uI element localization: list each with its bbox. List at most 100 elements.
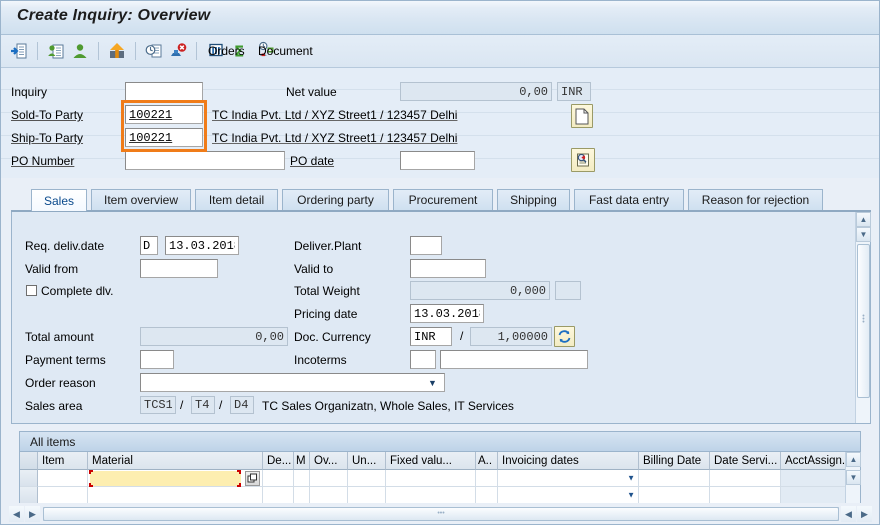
hscroll-right-icon[interactable]: ▶ — [25, 506, 40, 522]
cell-m[interactable] — [294, 487, 310, 503]
cell-material[interactable] — [88, 487, 263, 503]
cell-acct-assign-group[interactable]: ▼ — [781, 470, 847, 487]
tab-item-detail[interactable]: Item detail — [195, 189, 278, 210]
po-number-input[interactable] — [125, 151, 285, 170]
blank-document-icon[interactable] — [571, 104, 593, 128]
items-grid-scrollbar[interactable]: ▲ ▼ — [845, 452, 861, 503]
grid-col-material[interactable]: Material — [88, 452, 263, 470]
chevron-down-icon[interactable]: ▼ — [428, 378, 437, 388]
grid-col-m[interactable]: M — [294, 452, 310, 470]
cell-un[interactable] — [348, 470, 386, 487]
cell-date-service[interactable] — [710, 487, 781, 503]
grid-col-un[interactable]: Un... — [348, 452, 386, 470]
cell-item[interactable] — [38, 487, 88, 503]
doc-currency-input[interactable] — [410, 327, 452, 346]
row-selector[interactable] — [20, 470, 38, 487]
item-availability-icon[interactable] — [142, 39, 166, 63]
grid-col-a[interactable]: A.. — [476, 452, 498, 470]
po-number-label[interactable]: PO Number — [11, 154, 74, 168]
scroll-up-icon[interactable]: ▲ — [856, 212, 871, 227]
cell-acct-assign-group[interactable]: ▼ — [781, 487, 847, 503]
cell-ov[interactable] — [310, 470, 348, 487]
incoterms-code-input[interactable] — [410, 350, 436, 369]
pricing-date-input[interactable] — [410, 304, 484, 323]
cell-billing-date[interactable] — [639, 470, 710, 487]
cell-invoicing-dates[interactable]: ▼ — [498, 487, 639, 503]
material-input-focused[interactable] — [90, 471, 241, 486]
chevron-down-icon[interactable]: ▼ — [627, 474, 635, 483]
valid-from-input[interactable] — [140, 259, 218, 278]
grid-col-de[interactable]: De... — [263, 452, 294, 470]
tab-procurement[interactable]: Procurement — [393, 189, 493, 210]
hscroll-thumb[interactable]: ••• — [43, 507, 839, 521]
order-reason-input[interactable] — [140, 373, 445, 392]
valid-to-input[interactable] — [410, 259, 486, 278]
ship-to-party-icon[interactable] — [68, 39, 92, 63]
cell-fixed-value[interactable] — [386, 487, 476, 503]
sold-to-party-icon[interactable] — [44, 39, 68, 63]
po-date-label[interactable]: PO date — [290, 154, 334, 168]
tab-shipping[interactable]: Shipping — [497, 189, 570, 210]
hscroll-track[interactable]: ••• — [43, 507, 839, 521]
cell-fixed-value[interactable] — [386, 470, 476, 487]
ship-to-party-address[interactable]: TC India Pvt. Ltd / XYZ Street1 / 123457… — [212, 131, 457, 145]
req-deliv-date-input[interactable] — [165, 236, 239, 255]
scroll-thumb[interactable]: • • • — [857, 244, 870, 398]
orders-button[interactable]: Orders — [203, 39, 245, 63]
cell-m[interactable] — [294, 470, 310, 487]
cell-un[interactable] — [348, 487, 386, 503]
cell-material[interactable] — [88, 470, 263, 487]
orders-overview-icon[interactable] — [105, 39, 129, 63]
grid-col-billing-date[interactable]: Billing Date — [639, 452, 710, 470]
cell-item[interactable] — [38, 470, 88, 487]
grid-col-ov[interactable]: Ov... — [310, 452, 348, 470]
tab-fast-data-entry[interactable]: Fast data entry — [574, 189, 684, 210]
grid-col-invoicing-dates[interactable]: Invoicing dates — [498, 452, 639, 470]
cell-a[interactable] — [476, 487, 498, 503]
sales-panel-scrollbar[interactable]: ▲ ▼ • • • — [855, 212, 871, 423]
tab-ordering-party[interactable]: Ordering party — [282, 189, 389, 210]
deliver-plant-input[interactable] — [410, 236, 442, 255]
grid-col-fixed-value[interactable]: Fixed valu... — [386, 452, 476, 470]
cell-date-service[interactable] — [710, 470, 781, 487]
ship-to-party-input[interactable] — [125, 128, 203, 147]
grid-col-date-service[interactable]: Date Servi... — [710, 452, 781, 470]
row-selector[interactable] — [20, 487, 38, 503]
scroll-down-icon[interactable]: ▼ — [856, 227, 871, 242]
refresh-rate-icon[interactable] — [554, 326, 575, 347]
tab-sales[interactable]: Sales — [31, 189, 87, 211]
inquiry-input[interactable] — [125, 82, 203, 101]
table-row[interactable]: ▼ ▼ — [20, 470, 847, 487]
reject-document-icon[interactable] — [166, 39, 190, 63]
horizontal-scrollbar[interactable]: ◀ ▶ ••• ◀ ▶ — [9, 506, 873, 522]
value-help-icon[interactable] — [245, 471, 260, 486]
sold-to-party-address[interactable]: TC India Pvt. Ltd / XYZ Street1 / 123457… — [212, 108, 457, 122]
cell-a[interactable] — [476, 470, 498, 487]
grid-col-item[interactable]: Item — [38, 452, 88, 470]
po-date-input[interactable] — [400, 151, 475, 170]
hscroll-left-icon[interactable]: ◀ — [9, 506, 24, 522]
document-search-icon[interactable] — [571, 148, 595, 172]
ship-to-party-label[interactable]: Ship-To Party — [11, 131, 83, 145]
tab-item-overview[interactable]: Item overview — [91, 189, 191, 210]
hscroll-page-right-icon[interactable]: ▶ — [857, 506, 872, 522]
chevron-down-icon[interactable]: ▼ — [627, 491, 635, 500]
enter-icon[interactable] — [7, 39, 31, 63]
grid-col-acct-assign-group[interactable]: AcctAssign.G... — [781, 452, 847, 470]
complete-dlv-checkbox[interactable] — [26, 285, 37, 296]
payment-terms-input[interactable] — [140, 350, 174, 369]
cell-billing-date[interactable] — [639, 487, 710, 503]
cell-ov[interactable] — [310, 487, 348, 503]
tab-reason-for-rejection[interactable]: Reason for rejection — [688, 189, 823, 210]
req-deliv-date-type-input[interactable] — [140, 236, 158, 255]
cell-de[interactable] — [263, 470, 294, 487]
grid-col-select-all[interactable] — [20, 452, 38, 470]
grid-scroll-up-icon[interactable]: ▲ — [846, 452, 861, 467]
cell-invoicing-dates[interactable]: ▼ — [498, 470, 639, 487]
document-button[interactable]: Document — [253, 39, 313, 63]
incoterms-text-input[interactable] — [440, 350, 588, 369]
hscroll-page-left-icon[interactable]: ◀ — [841, 506, 856, 522]
sold-to-party-input[interactable] — [125, 105, 203, 124]
cell-de[interactable] — [263, 487, 294, 503]
grid-scroll-down-icon[interactable]: ▼ — [846, 470, 861, 485]
